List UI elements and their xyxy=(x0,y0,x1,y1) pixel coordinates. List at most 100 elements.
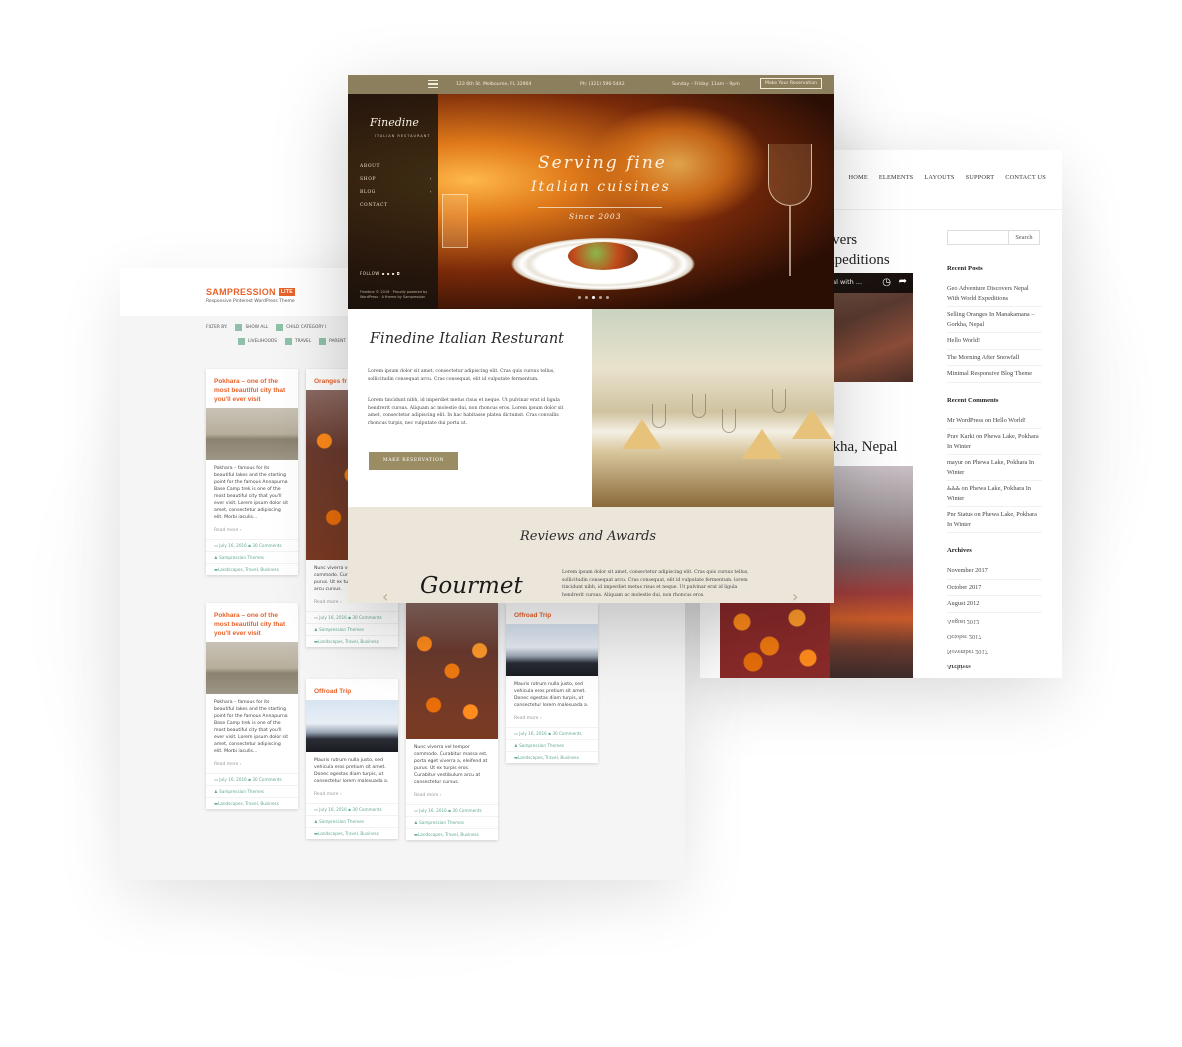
card-title[interactable]: Pokhara – one of the most beautiful city… xyxy=(206,603,298,642)
menu-item-contact[interactable]: CONTACT US xyxy=(1005,174,1046,181)
post-card[interactable]: Pokhara – one of the most beautiful city… xyxy=(206,369,298,575)
share-icon[interactable]: ➦ xyxy=(899,276,907,287)
widget-heading: Recent Comments xyxy=(947,396,999,404)
chevron-right-icon: › xyxy=(429,190,432,195)
list-item[interactable]: August 2012 xyxy=(947,596,1042,613)
make-reservation-button[interactable]: MAKE RESERVATION xyxy=(369,452,458,470)
comments-link[interactable]: 30 Comments xyxy=(252,777,281,782)
post-categories[interactable]: Landscapes, Travel, Business xyxy=(418,832,479,837)
post-author[interactable]: Sampression Themes xyxy=(519,743,564,748)
menu-item-support[interactable]: SUPPORT xyxy=(966,174,995,181)
post-card[interactable]: Offroad Trip Mauris rutrum nulla justo, … xyxy=(306,679,398,839)
napkin xyxy=(792,409,832,439)
filter-checkbox[interactable]: LIVELIHOODS xyxy=(238,338,277,345)
read-more-link[interactable]: Read more › xyxy=(206,526,298,539)
filter-option: SHOW ALL xyxy=(245,325,269,330)
site-tagline: Responsive Pinterest WordPress Theme xyxy=(206,299,295,304)
slider-dots xyxy=(578,296,609,299)
menu-item-layouts[interactable]: LAYOUTS xyxy=(924,174,954,181)
post-categories[interactable]: Landscapes, Travel, Business xyxy=(518,755,579,760)
checkbox-icon xyxy=(276,324,284,331)
post-author[interactable]: Sampression Themes xyxy=(319,627,364,632)
card-title[interactable]: Offroad Trip xyxy=(306,679,398,700)
post-card[interactable]: Pokhara – one of the most beautiful city… xyxy=(206,603,298,809)
comments-link[interactable]: 30 Comments xyxy=(352,807,381,812)
watch-later-icon[interactable]: ◷ xyxy=(882,277,891,288)
read-more-link[interactable]: Read more › xyxy=(506,714,598,727)
opening-hours: Sunday – Friday: 11am – 9pm xyxy=(672,82,740,87)
menu-item-home[interactable]: HOME xyxy=(849,174,868,181)
post-categories[interactable]: Landscapes, Travel, Business xyxy=(218,567,279,572)
list-item[interactable]: The Morning After Snowfall xyxy=(947,350,1042,366)
post-date: July 16, 2016 xyxy=(219,777,247,782)
list-item[interactable]: ಹಿಹಿಹಿ on Phewa Lake, Pokhara In Winter xyxy=(947,481,1042,507)
read-more-link[interactable]: Read more › xyxy=(406,791,498,804)
filter-checkbox[interactable]: PARENT xyxy=(319,338,346,345)
card-meta: ▬Landscapes, Travel, Business xyxy=(306,635,398,647)
nav-item-about[interactable]: ABOUT xyxy=(360,160,432,173)
slider-dot[interactable] xyxy=(599,296,602,299)
list-item[interactable]: Mr WordPress on Hello World! xyxy=(947,413,1042,429)
post-categories[interactable]: Landscapes, Travel, Business xyxy=(318,831,379,836)
search-button[interactable]: Search xyxy=(1009,230,1040,245)
twitter-icon[interactable]: ▪ xyxy=(392,271,395,276)
list-item[interactable]: Selling Oranges In Manakamana – Gorkha, … xyxy=(947,307,1042,333)
card-title[interactable]: Pokhara – one of the most beautiful city… xyxy=(206,369,298,408)
list-item[interactable]: Hello World! xyxy=(947,333,1042,350)
card-meta: ♟ Sampression Themes xyxy=(406,816,498,828)
nav-item-shop[interactable]: SHOP › xyxy=(360,173,432,186)
brand-logo[interactable]: Finedine xyxy=(370,116,419,129)
nav-item-blog[interactable]: BLOG › xyxy=(360,186,432,199)
slider-dot[interactable] xyxy=(585,296,588,299)
post-author[interactable]: Sampression Themes xyxy=(319,819,364,824)
instagram-icon[interactable]: ◘ xyxy=(397,271,401,276)
reflection-text: October 2017 xyxy=(947,633,982,640)
youtube-icon[interactable]: ▪ xyxy=(387,271,390,276)
read-more-link[interactable]: Read more › xyxy=(306,790,398,803)
menu-item-elements[interactable]: ELEMENTS xyxy=(879,174,913,181)
post-card[interactable]: Offroad Trip Mauris rutrum nulla justo, … xyxy=(506,603,598,763)
slider-dot[interactable] xyxy=(578,296,581,299)
slider-dot[interactable] xyxy=(606,296,609,299)
list-item[interactable]: Prav Karki on Phewa Lake, Pokhara In Win… xyxy=(947,429,1042,455)
post-author[interactable]: Sampression Themes xyxy=(419,820,464,825)
dining-room-photo xyxy=(592,309,834,507)
comments-link[interactable]: 30 Comments xyxy=(252,543,281,548)
chevron-left-icon[interactable]: ‹ xyxy=(382,587,388,603)
card-title[interactable]: Offroad Trip xyxy=(506,603,598,624)
nav-item-contact[interactable]: CONTACT xyxy=(360,199,432,212)
slider-dot[interactable] xyxy=(592,296,595,299)
site-logo[interactable]: SAMPRESSION LITE xyxy=(206,287,295,297)
facebook-icon[interactable]: ▪ xyxy=(382,271,385,276)
reservation-button[interactable]: Make Your Reservation xyxy=(760,78,823,89)
filter-checkbox[interactable]: SHOW ALL xyxy=(235,324,268,331)
list-item[interactable]: Geo Adventure Discovers Nepal With World… xyxy=(947,281,1042,307)
list-item[interactable]: Pnr Status on Phewa Lake, Pokhara In Win… xyxy=(947,507,1042,533)
card-meta: ▬Landscapes, Travel, Business xyxy=(306,827,398,839)
chevron-right-icon[interactable]: › xyxy=(792,587,798,603)
post-card[interactable]: Nunc viverra vel tempor commodo. Curabit… xyxy=(406,603,498,840)
list-item[interactable]: October 2017 xyxy=(947,580,1042,596)
filter-checkbox[interactable]: CHILD CATEGORY I xyxy=(276,324,326,331)
card-excerpt: Pokhara – famous for its beautiful lakes… xyxy=(214,700,289,754)
about-title: Finedine Italian Resturant xyxy=(370,331,564,347)
reflection-text: November 2017 xyxy=(947,648,988,655)
reviews-section: Reviews and Awards ‹ Gourmet Lorem ipsum… xyxy=(348,507,834,603)
comments-link[interactable]: 30 Comments xyxy=(452,808,481,813)
award-logo: Gourmet xyxy=(420,573,523,599)
card-meta: ▬Landscapes, Travel, Business xyxy=(206,563,298,575)
hamburger-menu-icon[interactable] xyxy=(428,80,438,88)
post-author[interactable]: Sampression Themes xyxy=(219,555,264,560)
list-item[interactable]: mayur on Phewa Lake, Pokhara In Winter xyxy=(947,455,1042,481)
comments-link[interactable]: 30 Comments xyxy=(552,731,581,736)
list-item[interactable]: Minimal Responsive Blog Theme xyxy=(947,366,1042,383)
read-more-link[interactable]: Read more › xyxy=(206,760,298,773)
post-author[interactable]: Sampression Themes xyxy=(219,789,264,794)
search-input[interactable] xyxy=(947,230,1009,245)
comments-link[interactable]: 30 Comments xyxy=(352,615,381,620)
filter-checkbox[interactable]: TRAVEL xyxy=(285,338,311,345)
post-categories[interactable]: Landscapes, Travel, Business xyxy=(318,639,379,644)
list-item[interactable]: November 2017 xyxy=(947,563,1042,580)
post-categories[interactable]: Landscapes, Travel, Business xyxy=(218,801,279,806)
blog-sidebar: Search Recent Posts Geo Adventure Discov… xyxy=(947,230,1042,627)
